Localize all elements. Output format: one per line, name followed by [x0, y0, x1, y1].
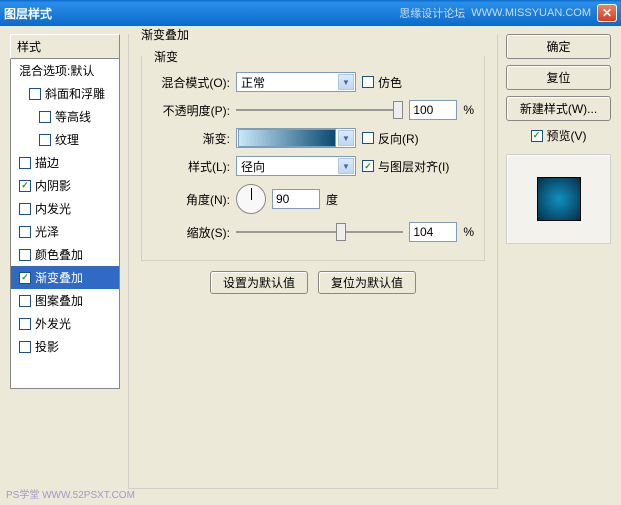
preview-swatch — [537, 177, 581, 221]
reverse-checkbox[interactable]: 反向(R) — [362, 130, 419, 147]
style-item-label: 颜色叠加 — [35, 246, 83, 263]
footer-watermark: PS学堂 WWW.52PSXT.COM — [6, 486, 135, 501]
style-item-5[interactable]: 内发光 — [11, 197, 119, 220]
style-item-7[interactable]: 颜色叠加 — [11, 243, 119, 266]
style-item-label: 纹理 — [55, 131, 79, 148]
style-item-9[interactable]: 图案叠加 — [11, 289, 119, 312]
blend-mode-select[interactable]: 正常▼ — [236, 72, 356, 92]
gradient-picker[interactable]: ▼ — [236, 128, 356, 148]
percent-label: % — [463, 103, 474, 117]
opacity-slider[interactable] — [236, 100, 403, 120]
checkbox-icon[interactable] — [19, 226, 31, 238]
style-item-label: 内发光 — [35, 200, 71, 217]
set-default-button[interactable]: 设置为默认值 — [210, 271, 308, 294]
checkbox-icon[interactable] — [19, 318, 31, 330]
blend-mode-label: 混合模式(O): — [152, 74, 230, 91]
sidebar-header[interactable]: 样式 — [10, 34, 120, 59]
style-item-label: 渐变叠加 — [35, 269, 83, 286]
opacity-input[interactable] — [409, 100, 457, 120]
style-item-11[interactable]: 投影 — [11, 335, 119, 358]
style-item-label: 斜面和浮雕 — [45, 85, 105, 102]
group-title: 渐变叠加 — [137, 26, 193, 43]
style-item-0[interactable]: 斜面和浮雕 — [11, 82, 119, 105]
angle-label: 角度(N): — [152, 191, 230, 208]
inner-group-title: 渐变 — [150, 48, 182, 65]
reset-button[interactable]: 复位 — [506, 65, 611, 90]
checkbox-icon[interactable] — [19, 272, 31, 284]
new-style-button[interactable]: 新建样式(W)... — [506, 96, 611, 121]
title-bar: 图层样式 思缘设计论坛 WWW.MISSYUAN.COM ✕ — [0, 0, 621, 26]
style-item-label: 内阴影 — [35, 177, 71, 194]
watermark-text: 思缘设计论坛 — [399, 5, 465, 21]
close-button[interactable]: ✕ — [597, 4, 617, 22]
style-item-8[interactable]: 渐变叠加 — [11, 266, 119, 289]
style-item-label: 图案叠加 — [35, 292, 83, 309]
angle-input[interactable] — [272, 189, 320, 209]
options-panel: 渐变叠加 渐变 混合模式(O): 正常▼ 仿色 不透明度(P): % — [128, 34, 498, 497]
dither-checkbox[interactable]: 仿色 — [362, 74, 402, 91]
watermark-url: WWW.MISSYUAN.COM — [471, 7, 591, 19]
align-checkbox[interactable]: 与图层对齐(I) — [362, 158, 449, 175]
reset-default-button[interactable]: 复位为默认值 — [318, 271, 416, 294]
style-item-label: 等高线 — [55, 108, 91, 125]
style-label: 样式(L): — [152, 158, 230, 175]
window-title: 图层样式 — [4, 5, 52, 22]
chevron-down-icon: ▼ — [338, 130, 354, 146]
gradient-label: 渐变: — [152, 130, 230, 147]
style-item-3[interactable]: 描边 — [11, 151, 119, 174]
style-item-label: 外发光 — [35, 315, 71, 332]
style-item-label: 光泽 — [35, 223, 59, 240]
style-item-label: 投影 — [35, 338, 59, 355]
scale-slider[interactable] — [236, 222, 403, 242]
checkbox-icon[interactable] — [19, 249, 31, 261]
chevron-down-icon: ▼ — [338, 74, 354, 90]
preview-box — [506, 154, 611, 244]
chevron-down-icon: ▼ — [338, 158, 354, 174]
opacity-label: 不透明度(P): — [152, 102, 230, 119]
blend-options-item[interactable]: 混合选项:默认 — [11, 59, 119, 82]
style-item-10[interactable]: 外发光 — [11, 312, 119, 335]
style-item-4[interactable]: 内阴影 — [11, 174, 119, 197]
style-item-2[interactable]: 纹理 — [11, 128, 119, 151]
scale-label: 缩放(S): — [152, 224, 230, 241]
checkbox-icon[interactable] — [19, 203, 31, 215]
checkbox-icon[interactable] — [29, 88, 41, 100]
scale-input[interactable] — [409, 222, 457, 242]
style-item-1[interactable]: 等高线 — [11, 105, 119, 128]
style-list: 混合选项:默认 斜面和浮雕等高线纹理描边内阴影内发光光泽颜色叠加渐变叠加图案叠加… — [10, 59, 120, 389]
style-item-label: 描边 — [35, 154, 59, 171]
checkbox-icon[interactable] — [19, 341, 31, 353]
checkbox-icon[interactable] — [19, 295, 31, 307]
style-item-6[interactable]: 光泽 — [11, 220, 119, 243]
percent-label-2: % — [463, 225, 474, 239]
preview-checkbox[interactable]: 预览(V) — [506, 127, 611, 144]
checkbox-icon[interactable] — [39, 111, 51, 123]
degree-label: 度 — [326, 191, 338, 208]
checkbox-icon[interactable] — [39, 134, 51, 146]
ok-button[interactable]: 确定 — [506, 34, 611, 59]
checkbox-icon[interactable] — [19, 180, 31, 192]
angle-dial[interactable] — [236, 184, 266, 214]
action-panel: 确定 复位 新建样式(W)... 预览(V) — [506, 34, 611, 497]
style-select[interactable]: 径向▼ — [236, 156, 356, 176]
styles-sidebar: 样式 混合选项:默认 斜面和浮雕等高线纹理描边内阴影内发光光泽颜色叠加渐变叠加图… — [10, 34, 120, 497]
checkbox-icon[interactable] — [19, 157, 31, 169]
